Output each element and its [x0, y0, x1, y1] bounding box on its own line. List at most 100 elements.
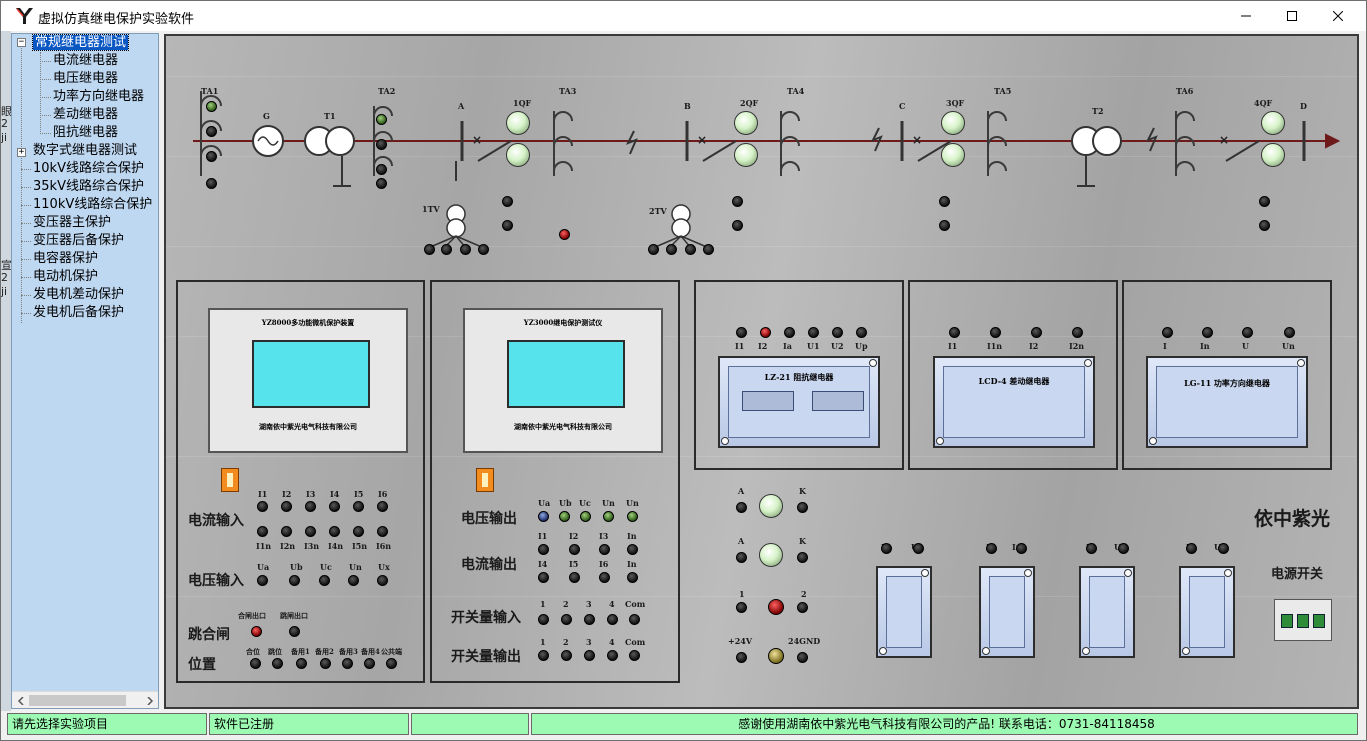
- relay-terminal-jack[interactable]: [949, 327, 960, 338]
- terminal-jack[interactable]: [424, 244, 435, 255]
- terminal-jack[interactable]: [685, 244, 696, 255]
- terminal-jack[interactable]: [376, 178, 387, 189]
- fault-indicator-jack[interactable]: [559, 229, 570, 240]
- tree-item-impedance-relay[interactable]: 阻抗继电器: [53, 124, 118, 142]
- device-power-switch[interactable]: [221, 468, 239, 492]
- tree-item-35kv-line[interactable]: 35kV线路综合保护: [33, 178, 144, 196]
- qf4-open-button[interactable]: [1261, 143, 1285, 167]
- terminal-jack[interactable]: [732, 196, 743, 207]
- control-jack-a[interactable]: [736, 502, 747, 513]
- voltage-output-jack[interactable]: [559, 511, 570, 522]
- terminal-jack[interactable]: [939, 220, 950, 231]
- tree-item-current-relay[interactable]: 电流继电器: [53, 52, 118, 70]
- small-relay-jack[interactable]: [1218, 543, 1229, 554]
- voltage-output-jack[interactable]: [627, 511, 638, 522]
- collapse-toggle-icon[interactable]: −: [17, 38, 26, 47]
- current-input-jack[interactable]: [257, 501, 268, 512]
- scroll-thumb[interactable]: [29, 695, 126, 706]
- trip-output-jack[interactable]: [289, 626, 300, 637]
- terminal-jack[interactable]: [478, 244, 489, 255]
- relay-terminal-jack[interactable]: [1242, 327, 1253, 338]
- position-jack[interactable]: [272, 658, 283, 669]
- terminal-jack[interactable]: [376, 164, 387, 175]
- tree-horizontal-scrollbar[interactable]: [12, 691, 158, 708]
- current-input-jack[interactable]: [305, 526, 316, 537]
- voltage-input-jack[interactable]: [319, 575, 330, 586]
- scroll-left-button[interactable]: [12, 692, 29, 708]
- small-relay-jack[interactable]: [1186, 543, 1197, 554]
- relay-terminal-jack[interactable]: [1031, 327, 1042, 338]
- current-output-jack[interactable]: [569, 544, 580, 555]
- current-input-jack[interactable]: [281, 501, 292, 512]
- tree-item-voltage-relay[interactable]: 电压继电器: [53, 70, 118, 88]
- position-jack[interactable]: [296, 658, 307, 669]
- current-input-jack[interactable]: [257, 526, 268, 537]
- terminal-jack[interactable]: [206, 126, 217, 137]
- terminal-jack[interactable]: [441, 244, 452, 255]
- current-output-jack[interactable]: [599, 572, 610, 583]
- tree-item-differential-relay[interactable]: 差动继电器: [53, 106, 118, 124]
- terminal-jack[interactable]: [666, 244, 677, 255]
- current-input-jack[interactable]: [377, 501, 388, 512]
- relay-terminal-jack[interactable]: [1162, 327, 1173, 338]
- relay-terminal-jack[interactable]: [1072, 327, 1083, 338]
- small-relay-2[interactable]: [979, 566, 1035, 658]
- switch-output-jack[interactable]: [629, 650, 640, 661]
- control-jack-k[interactable]: [797, 552, 808, 563]
- control-jack-gnd[interactable]: [797, 652, 808, 663]
- tree-item-transformer-backup[interactable]: 变压器后备保护: [33, 232, 124, 250]
- terminal-jack[interactable]: [1259, 196, 1270, 207]
- small-relay-jack[interactable]: [913, 543, 924, 554]
- knob-2[interactable]: [759, 543, 783, 567]
- qf1-open-button[interactable]: [506, 143, 530, 167]
- current-input-jack[interactable]: [305, 501, 316, 512]
- current-input-jack[interactable]: [377, 526, 388, 537]
- qf2-open-button[interactable]: [734, 143, 758, 167]
- expand-toggle-icon[interactable]: +: [17, 148, 26, 157]
- tree-item-power-direction-relay[interactable]: 功率方向继电器: [53, 88, 144, 106]
- voltage-output-jack[interactable]: [538, 511, 549, 522]
- switch-input-jack[interactable]: [607, 614, 618, 625]
- small-relay-jack[interactable]: [1118, 543, 1129, 554]
- maximize-button[interactable]: [1269, 1, 1315, 31]
- current-output-jack[interactable]: [569, 572, 580, 583]
- voltage-input-jack[interactable]: [377, 575, 388, 586]
- voltage-input-jack[interactable]: [289, 575, 300, 586]
- position-jack[interactable]: [342, 658, 353, 669]
- terminal-jack[interactable]: [939, 196, 950, 207]
- relay-terminal-jack[interactable]: [736, 327, 747, 338]
- relay-terminal-jack[interactable]: [856, 327, 867, 338]
- qf1-close-button[interactable]: [506, 111, 530, 135]
- position-jack[interactable]: [250, 658, 261, 669]
- switch-output-jack[interactable]: [607, 650, 618, 661]
- relay-terminal-jack[interactable]: [760, 327, 771, 338]
- relay-terminal-jack[interactable]: [1202, 327, 1213, 338]
- tree-item-motor[interactable]: 电动机保护: [33, 268, 98, 286]
- current-output-jack[interactable]: [627, 572, 638, 583]
- tree-item-110kv-line[interactable]: 110kV线路综合保护: [33, 196, 152, 214]
- control-jack-a[interactable]: [736, 552, 747, 563]
- terminal-jack[interactable]: [460, 244, 471, 255]
- tree-item-conventional-relay[interactable]: 常规继电器测试: [31, 34, 130, 52]
- minimize-button[interactable]: [1223, 1, 1269, 31]
- terminal-jack[interactable]: [206, 178, 217, 189]
- qf2-close-button[interactable]: [734, 111, 758, 135]
- tree-item-digital-relay[interactable]: 数字式继电器测试: [33, 142, 137, 160]
- voltage-input-jack[interactable]: [348, 575, 359, 586]
- relay-terminal-jack[interactable]: [808, 327, 819, 338]
- current-input-jack[interactable]: [329, 501, 340, 512]
- current-input-jack[interactable]: [329, 526, 340, 537]
- small-relay-jack[interactable]: [1086, 543, 1097, 554]
- current-output-jack[interactable]: [538, 544, 549, 555]
- switch-input-jack[interactable]: [561, 614, 572, 625]
- power-direction-relay[interactable]: LG-11 功率方向继电器: [1146, 356, 1308, 448]
- terminal-jack[interactable]: [206, 101, 217, 112]
- switch-input-jack[interactable]: [629, 614, 640, 625]
- switch-input-jack[interactable]: [584, 614, 595, 625]
- current-output-jack[interactable]: [627, 544, 638, 555]
- position-jack[interactable]: [386, 658, 397, 669]
- terminal-jack[interactable]: [732, 220, 743, 231]
- terminal-jack[interactable]: [703, 244, 714, 255]
- relay-terminal-jack[interactable]: [832, 327, 843, 338]
- knob-1[interactable]: [759, 494, 783, 518]
